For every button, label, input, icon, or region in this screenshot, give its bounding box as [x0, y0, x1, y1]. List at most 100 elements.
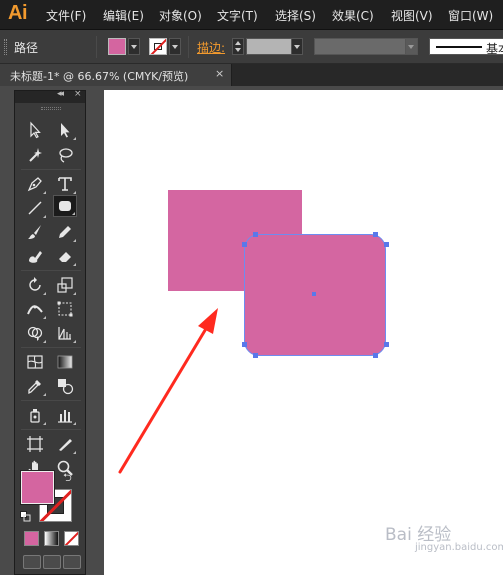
scale-tool-icon[interactable]	[53, 274, 77, 296]
document-tab[interactable]: 未标题-1* @ 66.67% (CMYK/预览) ×	[0, 64, 232, 86]
divider	[21, 270, 81, 271]
fill-color-swatch[interactable]	[108, 38, 126, 55]
submenu-indicator-icon	[73, 263, 76, 266]
menu-select[interactable]: 选择(S)	[275, 7, 316, 24]
divider	[21, 347, 81, 348]
submenu-indicator-icon	[73, 137, 76, 140]
submenu-indicator-icon	[43, 422, 46, 425]
brush-definition[interactable]: 基本	[429, 38, 503, 56]
anchor-point[interactable]	[384, 342, 389, 347]
menu-window[interactable]: 窗口(W)	[448, 7, 493, 24]
menu-effect[interactable]: 效果(C)	[332, 7, 374, 24]
gradient-mode-button[interactable]	[44, 531, 59, 546]
anchor-point[interactable]	[242, 342, 247, 347]
app-logo: Ai	[8, 2, 28, 24]
divider	[188, 36, 189, 58]
anchor-point[interactable]	[242, 242, 247, 247]
type-tool-icon[interactable]	[53, 173, 77, 195]
default-fill-stroke-icon[interactable]	[20, 511, 31, 522]
eraser-tool-icon[interactable]	[53, 245, 77, 267]
color-mode-button[interactable]	[24, 531, 39, 546]
control-bar: 路径 描边: 基本	[0, 30, 503, 64]
divider	[21, 169, 81, 170]
control-bar-grip[interactable]	[4, 39, 7, 55]
draw-behind-icon[interactable]	[43, 555, 61, 569]
brush-name: 基本	[486, 42, 503, 56]
free-transform-tool-icon[interactable]	[53, 298, 77, 320]
rounded-rectangle-tool-icon[interactable]	[53, 195, 77, 217]
swap-fill-stroke-icon[interactable]: ⮌	[63, 469, 72, 488]
stroke-weight-dropdown[interactable]	[291, 38, 303, 55]
direct-selection-tool-icon[interactable]	[53, 119, 77, 141]
selection-tool-icon[interactable]	[23, 119, 47, 141]
none-mode-button[interactable]	[64, 531, 79, 546]
eyedropper-tool-icon[interactable]	[23, 375, 47, 397]
divider	[21, 400, 81, 401]
submenu-indicator-icon	[73, 292, 76, 295]
brush-stroke-preview	[436, 46, 482, 48]
shape-builder-tool-icon[interactable]	[23, 322, 47, 344]
submenu-indicator-icon	[43, 393, 46, 396]
submenu-indicator-icon	[73, 239, 76, 242]
line-segment-tool-icon[interactable]	[23, 197, 47, 219]
divider	[21, 429, 81, 430]
panel-grip[interactable]	[41, 107, 61, 110]
anchor-point[interactable]	[253, 232, 258, 237]
anchor-point[interactable]	[253, 353, 258, 358]
tools-panel: ◂◂ × ⮌	[14, 89, 86, 575]
anchor-point[interactable]	[384, 242, 389, 247]
stroke-color-swatch[interactable]	[149, 38, 167, 55]
menu-object[interactable]: 对象(O)	[159, 7, 202, 24]
profile-dropdown[interactable]	[405, 38, 418, 55]
submenu-indicator-icon	[43, 316, 46, 319]
paintbrush-tool-icon[interactable]	[23, 221, 47, 243]
submenu-indicator-icon	[43, 215, 46, 218]
perspective-grid-tool-icon[interactable]	[53, 322, 77, 344]
symbol-sprayer-tool-icon[interactable]	[23, 404, 47, 426]
stroke-panel-link[interactable]: 描边:	[197, 39, 225, 56]
rotate-tool-icon[interactable]	[23, 274, 47, 296]
stroke-dropdown-button[interactable]	[169, 38, 181, 55]
menu-type[interactable]: 文字(T)	[217, 7, 258, 24]
fill-indicator[interactable]	[20, 470, 55, 505]
tools-panel-header[interactable]: ◂◂ ×	[15, 89, 85, 103]
close-icon[interactable]: ×	[74, 89, 82, 99]
menu-bar: Ai 文件(F) 编辑(E) 对象(O) 文字(T) 选择(S) 效果(C) 视…	[0, 0, 503, 30]
none-slash-icon	[150, 39, 166, 54]
slice-tool-icon[interactable]	[53, 433, 77, 455]
divider	[96, 36, 97, 58]
stroke-weight-input[interactable]	[246, 38, 292, 55]
fill-dropdown-button[interactable]	[128, 38, 140, 55]
submenu-indicator-icon	[73, 451, 76, 454]
submenu-indicator-icon	[43, 340, 46, 343]
screen-mode-icon[interactable]	[63, 555, 81, 569]
stroke-weight-spinner[interactable]	[232, 38, 244, 55]
menu-view[interactable]: 视图(V)	[391, 7, 433, 24]
width-tool-icon[interactable]	[23, 298, 47, 320]
magic-wand-tool-icon[interactable]	[23, 144, 47, 166]
anchor-point[interactable]	[373, 353, 378, 358]
blend-tool-icon[interactable]	[53, 375, 77, 397]
anchor-point[interactable]	[373, 232, 378, 237]
pen-tool-icon[interactable]	[23, 173, 47, 195]
pencil-tool-icon[interactable]	[53, 221, 77, 243]
lasso-tool-icon[interactable]	[53, 144, 77, 166]
watermark-url: jingyan.baidu.com	[415, 542, 503, 553]
close-icon[interactable]: ×	[215, 67, 224, 80]
mesh-tool-icon[interactable]	[23, 351, 47, 373]
menu-edit[interactable]: 编辑(E)	[103, 7, 144, 24]
draw-normal-icon[interactable]	[23, 555, 41, 569]
baidu-watermark: Bai 经验 jingyan.baidu.com	[385, 520, 503, 553]
submenu-indicator-icon	[73, 340, 76, 343]
gradient-tool-icon[interactable]	[53, 351, 77, 373]
menu-file[interactable]: 文件(F)	[46, 7, 86, 24]
blob-brush-tool-icon[interactable]	[23, 245, 47, 267]
artboard-tool-icon[interactable]	[23, 433, 47, 455]
variable-width-profile[interactable]	[314, 38, 406, 55]
submenu-indicator-icon	[43, 191, 46, 194]
collapse-icon[interactable]: ◂◂	[57, 89, 64, 99]
submenu-indicator-icon	[73, 191, 76, 194]
submenu-indicator-icon	[72, 212, 75, 215]
column-graph-tool-icon[interactable]	[53, 404, 77, 426]
submenu-indicator-icon	[73, 422, 76, 425]
